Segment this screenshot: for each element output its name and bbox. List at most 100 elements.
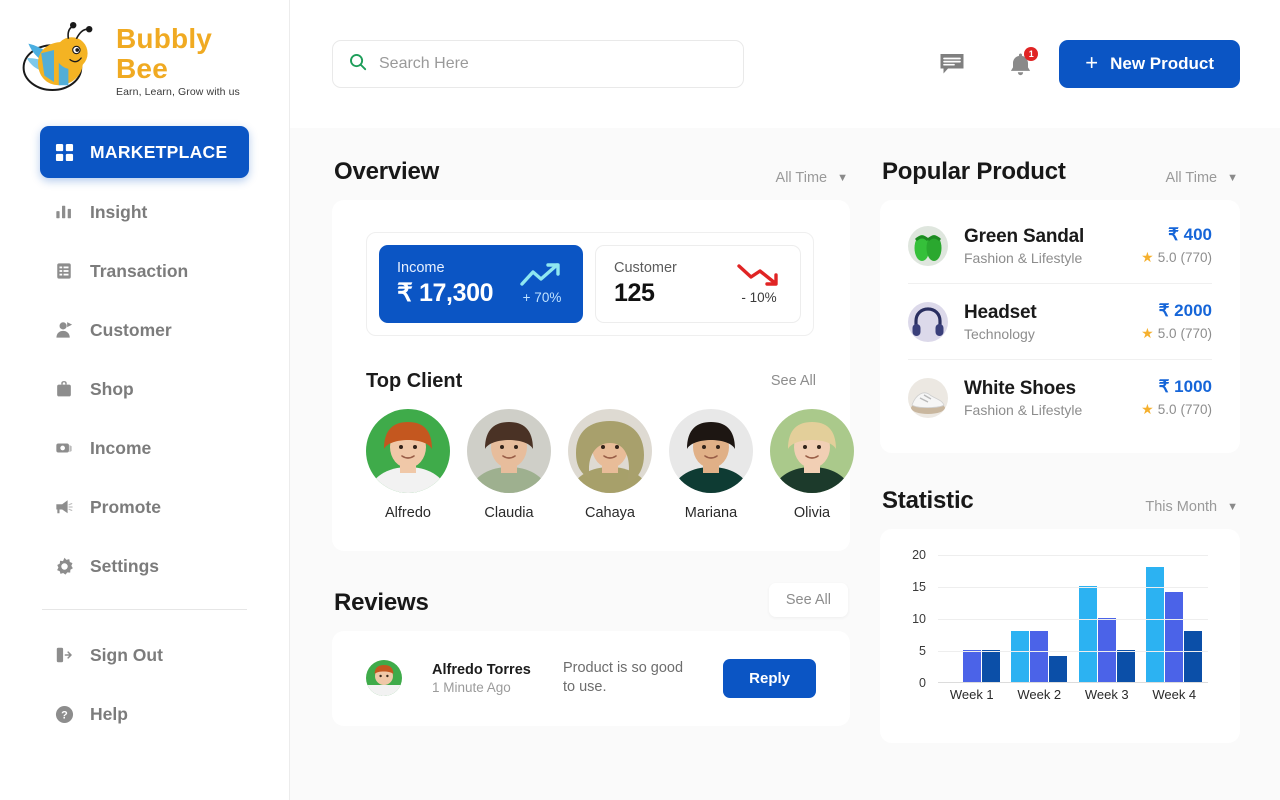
brand-logo[interactable]: Bubbly Bee Earn, Learn, Grow with us <box>0 0 289 108</box>
popular-product-card: Green Sandal Fashion & Lifestyle ₹ 400 ★… <box>880 200 1240 453</box>
sidebar-item-shop[interactable]: Shop <box>40 364 249 414</box>
chart-bar <box>1011 630 1030 682</box>
sidebar-item-insight[interactable]: Insight <box>40 187 249 237</box>
kpi-income[interactable]: Income ₹ 17,300 + 70% <box>379 245 583 323</box>
sidebar-item-marketplace[interactable]: MARKETPLACE <box>40 126 249 178</box>
chart-bar <box>1097 618 1116 682</box>
reviews-see-all-button[interactable]: See All <box>768 582 848 617</box>
sidebar-item-transaction[interactable]: Transaction <box>40 246 249 296</box>
kpi-delta: + 70% <box>522 290 562 306</box>
main-area: 1 + New Product Overview All Time ▼ <box>290 0 1280 800</box>
product-meta: ₹ 400 ★ 5.0 (770) <box>1141 225 1212 266</box>
chart-x-tick: Week 3 <box>1084 687 1129 702</box>
product-row[interactable]: Green Sandal Fashion & Lifestyle ₹ 400 ★… <box>908 208 1212 284</box>
sidebar-item-label: Promote <box>90 496 161 517</box>
sidebar-item-income[interactable]: Income <box>40 423 249 473</box>
overview-header: Overview All Time ▼ <box>332 158 850 200</box>
sidebar-item-promote[interactable]: Promote <box>40 482 249 532</box>
client-item[interactable]: Cahaya <box>568 408 652 521</box>
chevron-down-icon: ▼ <box>837 172 848 184</box>
chart-y-tick: 10 <box>912 612 926 626</box>
message-icon[interactable] <box>937 49 967 79</box>
chart-bar <box>1146 566 1165 682</box>
kpi-trend-up: + 70% <box>519 262 565 305</box>
chevron-down-icon: ▼ <box>1227 172 1238 184</box>
product-rating-value: 5.0 <box>1157 326 1177 341</box>
client-item[interactable]: Claudia <box>467 408 551 521</box>
sidebar-item-help[interactable]: ? Help <box>40 689 249 739</box>
popular-product-filter-dropdown[interactable]: All Time ▼ <box>1166 170 1238 186</box>
client-name: Alfredo <box>385 504 431 521</box>
svg-text:?: ? <box>61 709 68 721</box>
new-product-label: New Product <box>1110 54 1214 73</box>
product-name: Green Sandal <box>964 225 1085 247</box>
top-client-see-all-link[interactable]: See All <box>771 373 816 389</box>
product-name: Headset <box>964 301 1037 323</box>
overview-title: Overview <box>334 158 440 185</box>
product-row[interactable]: White Shoes Fashion & Lifestyle ₹ 1000 ★… <box>908 360 1212 435</box>
chart-y-tick: 15 <box>912 580 926 594</box>
product-rating: ★ 5.0 (770) <box>1141 249 1212 266</box>
sidebar-item-label: Sign Out <box>90 644 163 665</box>
product-meta: ₹ 1000 ★ 5.0 (770) <box>1141 377 1212 418</box>
gear-icon <box>54 556 74 576</box>
sidebar-item-label: Income <box>90 437 152 458</box>
reply-button[interactable]: Reply <box>723 658 816 698</box>
product-review-count: (770) <box>1180 250 1212 265</box>
product-rating: ★ 5.0 (770) <box>1141 325 1212 342</box>
popular-product-title: Popular Product <box>882 158 1066 185</box>
chart-x-tick: Week 4 <box>1152 687 1197 702</box>
notification-badge: 1 <box>1024 47 1039 61</box>
search-box[interactable] <box>332 40 744 88</box>
chart-x-tick: Week 2 <box>1017 687 1062 702</box>
product-price: ₹ 2000 <box>1158 301 1212 320</box>
sidebar-divider <box>42 609 247 610</box>
sidebar-item-label: MARKETPLACE <box>90 141 228 162</box>
star-icon: ★ <box>1141 249 1154 265</box>
chart-gridline <box>938 651 1208 652</box>
kpi-label: Income <box>397 260 445 276</box>
brand-name: Bubbly Bee <box>116 23 213 84</box>
statistic-card: 0 5 10 15 20 Week 1 Week 2 Week 3 Week 4 <box>880 529 1240 743</box>
product-category: Fashion & Lifestyle <box>964 401 1083 418</box>
help-circle-icon: ? <box>54 704 74 724</box>
overview-filter-dropdown[interactable]: All Time ▼ <box>776 170 848 186</box>
product-review-count: (770) <box>1180 402 1212 417</box>
sidebar-item-label: Help <box>90 703 128 724</box>
sidebar-nav: MARKETPLACE Insight Transaction Customer <box>0 126 289 739</box>
new-product-button[interactable]: + New Product <box>1059 40 1240 88</box>
client-item[interactable]: Olivia <box>770 408 854 521</box>
product-price: ₹ 400 <box>1168 225 1212 244</box>
product-rating-value: 5.0 <box>1157 402 1177 417</box>
statistic-title: Statistic <box>882 487 974 514</box>
plus-icon: + <box>1085 50 1099 75</box>
grid-icon <box>54 142 74 162</box>
search-input[interactable] <box>379 55 727 73</box>
client-item[interactable]: Alfredo <box>366 408 450 521</box>
popular-product-header: Popular Product All Time ▼ <box>880 158 1240 200</box>
product-row[interactable]: Headset Technology ₹ 2000 ★ 5.0 (770) <box>908 284 1212 360</box>
product-rating-value: 5.0 <box>1157 250 1177 265</box>
chevron-down-icon: ▼ <box>1227 501 1238 513</box>
product-thumbnail-green-sandal <box>908 225 948 266</box>
chart-bar <box>1116 650 1135 682</box>
bell-icon[interactable]: 1 <box>1005 47 1039 79</box>
reviews-title: Reviews <box>334 588 429 616</box>
sidebar-item-sign-out[interactable]: Sign Out <box>40 630 249 680</box>
sidebar-item-settings[interactable]: Settings <box>40 541 249 591</box>
avatar <box>366 408 450 493</box>
client-item[interactable]: Mariana <box>669 408 753 521</box>
chart-bar-icon <box>54 202 74 222</box>
briefcase-icon <box>54 379 74 399</box>
avatar <box>770 408 854 493</box>
sign-out-icon <box>54 645 74 665</box>
kpi-delta: - 10% <box>741 290 777 306</box>
star-icon: ★ <box>1141 325 1154 341</box>
client-name: Mariana <box>684 504 738 521</box>
chart-y-axis: 0 5 10 15 20 <box>898 548 934 690</box>
statistic-filter-dropdown[interactable]: This Month ▼ <box>1145 499 1238 515</box>
kpi-customer[interactable]: Customer 125 - 10% <box>595 245 801 323</box>
sidebar-item-customer[interactable]: Customer <box>40 305 249 355</box>
product-name: White Shoes <box>964 377 1076 399</box>
client-name: Olivia <box>793 504 831 521</box>
